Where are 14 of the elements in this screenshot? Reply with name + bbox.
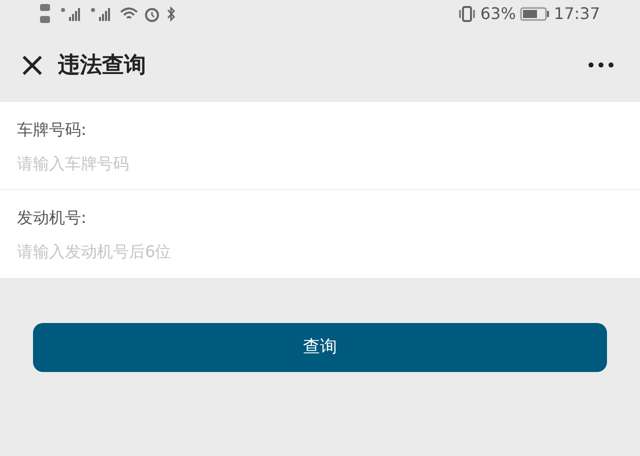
clock-time: 17:37 — [554, 3, 600, 25]
field-label: 发动机号: — [17, 207, 88, 229]
input-field[interactable]: 请输入发动机号后6位 — [17, 240, 417, 264]
close-button[interactable]: × — [18, 48, 44, 82]
query-button[interactable]: 查询 — [33, 323, 607, 372]
more-icon[interactable] — [588, 62, 614, 68]
vibrate-icon — [458, 6, 476, 22]
page-title: 违法查询 — [58, 52, 146, 80]
battery-icon — [520, 7, 550, 21]
field-label: 车牌号码: — [17, 119, 88, 141]
alarm-icon — [144, 6, 160, 22]
battery-percentage: 63% — [480, 3, 516, 25]
bluetooth-icon — [166, 6, 176, 22]
input-field[interactable]: 请输入车牌号码 — [17, 152, 417, 176]
